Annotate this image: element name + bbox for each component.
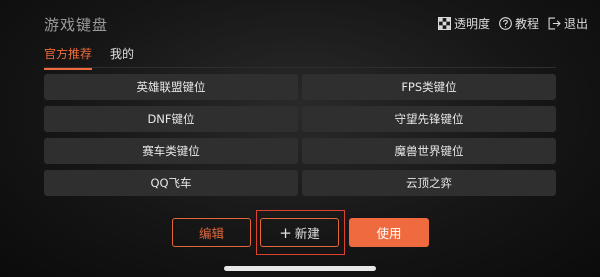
preset-wow[interactable]: 魔兽世界键位 (302, 138, 556, 164)
transparency-button[interactable]: 透明度 (437, 15, 490, 32)
new-button-label: 新建 (294, 226, 320, 241)
plus-icon: + (279, 223, 292, 242)
exit-icon (548, 17, 561, 30)
help-icon (499, 17, 512, 30)
preset-overwatch[interactable]: 守望先锋键位 (302, 106, 556, 132)
edit-button[interactable]: 编辑 (172, 218, 251, 247)
preset-grid: 英雄联盟键位 FPS类键位 DNF键位 守望先锋键位 赛车类键位 魔兽世界键位 … (44, 74, 556, 196)
preset-qq-speed[interactable]: QQ飞车 (44, 170, 298, 196)
home-indicator[interactable] (224, 266, 376, 271)
tutorial-label: 教程 (514, 17, 539, 31)
header-actions: 透明度 教程 退出 (437, 15, 588, 32)
use-button[interactable]: 使用 (349, 218, 429, 247)
new-button[interactable]: + 新建 (260, 218, 339, 247)
exit-button[interactable]: 退出 (548, 15, 588, 32)
exit-label: 退出 (563, 17, 588, 31)
tutorial-button[interactable]: 教程 (499, 15, 539, 32)
preset-fps[interactable]: FPS类键位 (302, 74, 556, 100)
action-bar: 编辑 + 新建 使用 (0, 218, 600, 248)
transparency-label: 透明度 (453, 17, 490, 31)
preset-lol[interactable]: 英雄联盟键位 (44, 74, 298, 100)
page-title: 游戏键盘 (44, 16, 109, 34)
preset-tft[interactable]: 云顶之弈 (302, 170, 556, 196)
preset-racing[interactable]: 赛车类键位 (44, 138, 298, 164)
transparency-icon (437, 17, 451, 30)
tab-divider (44, 67, 556, 68)
game-keyboard-panel: 游戏键盘 透明度 教程 退出 官方推荐 我的 英雄联盟键位 FPS类键位 DNF… (0, 0, 600, 277)
preset-dnf[interactable]: DNF键位 (44, 106, 298, 132)
